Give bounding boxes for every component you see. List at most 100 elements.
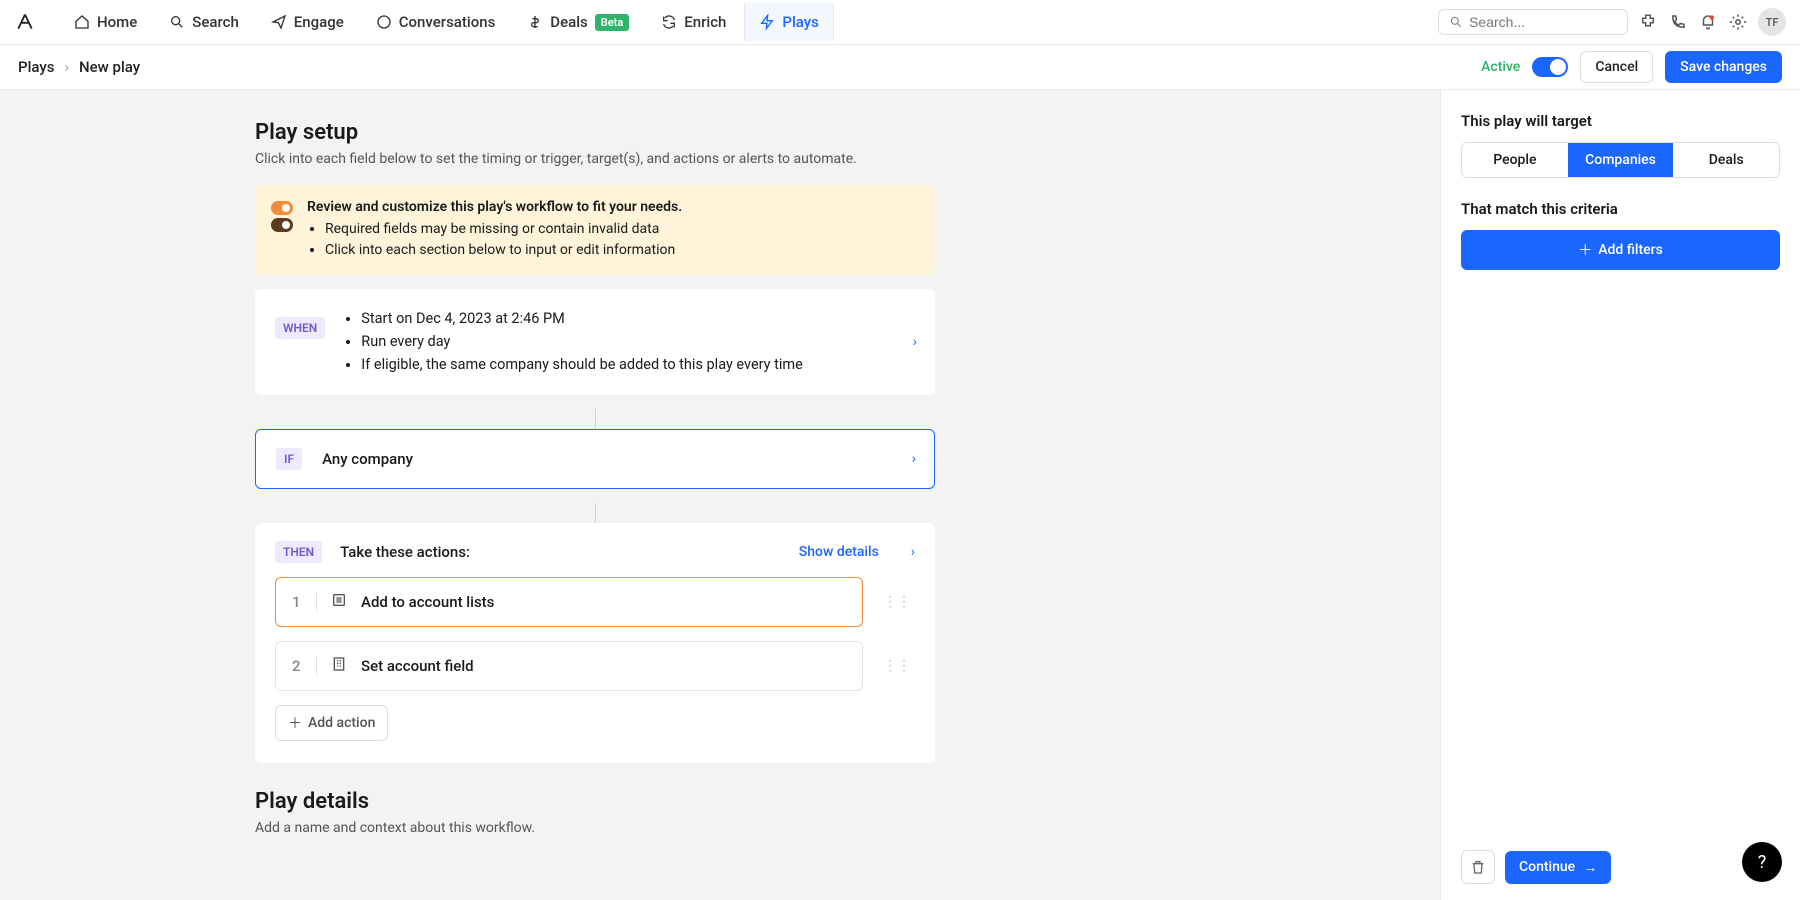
when-line: Run every day [361, 330, 803, 353]
delete-button[interactable] [1461, 850, 1495, 884]
action-label: Add to account lists [361, 593, 494, 611]
setup-subtitle: Click into each field below to set the t… [255, 151, 935, 167]
add-filters-label: Add filters [1598, 242, 1663, 258]
breadcrumb-root[interactable]: Plays [18, 58, 54, 76]
chevron-right-icon: › [64, 58, 69, 76]
connector [255, 503, 935, 523]
action-row: 2 Set account field ⋮⋮ [275, 641, 915, 691]
if-card[interactable]: IF Any company › [255, 429, 935, 489]
then-tag: THEN [275, 541, 322, 563]
nav-conversations-label: Conversations [399, 13, 496, 31]
nav-deals-label: Deals [550, 13, 587, 31]
main-canvas: Play setup Click into each field below t… [0, 90, 1440, 900]
target-heading: This play will target [1461, 112, 1780, 130]
dollar-icon [527, 14, 543, 30]
breadcrumb-current: New play [79, 58, 140, 76]
nav-home-label: Home [97, 13, 137, 31]
target-panel: This play will target People Companies D… [1440, 90, 1800, 900]
global-search[interactable] [1438, 9, 1628, 35]
add-filters-button[interactable]: ＋ Add filters [1461, 230, 1780, 270]
action-number: 2 [292, 657, 302, 675]
setup-title: Play setup [255, 120, 935, 145]
details-subtitle: Add a name and context about this workfl… [255, 820, 935, 836]
save-button[interactable]: Save changes [1665, 51, 1782, 83]
then-card: THEN Take these actions: Show details › … [255, 523, 935, 763]
nav-engage[interactable]: Engage [257, 3, 358, 41]
send-icon [271, 14, 287, 30]
extension-icon[interactable] [1638, 12, 1658, 32]
when-line: Start on Dec 4, 2023 at 2:46 PM [361, 307, 803, 330]
add-action-label: Add action [308, 715, 375, 731]
user-avatar[interactable]: TF [1758, 8, 1786, 36]
chevron-right-icon: › [913, 334, 917, 350]
help-fab[interactable]: ? [1742, 842, 1782, 882]
bell-icon[interactable] [1698, 12, 1718, 32]
drag-handle-icon[interactable]: ⋮⋮ [879, 594, 915, 610]
chevron-right-icon: › [912, 451, 916, 467]
show-details-link[interactable]: Show details [799, 544, 879, 560]
details-title: Play details [255, 789, 935, 814]
nav-enrich-label: Enrich [684, 13, 726, 31]
building-icon [331, 656, 347, 676]
add-action-button[interactable]: ＋ Add action [275, 705, 388, 741]
top-nav: Home Search Engage Conversations Deals B… [0, 0, 1800, 45]
active-toggle[interactable] [1532, 57, 1568, 77]
drag-handle-icon[interactable]: ⋮⋮ [879, 658, 915, 674]
arrow-right-icon: → [1583, 859, 1597, 876]
chat-icon [376, 14, 392, 30]
action-number: 1 [292, 593, 302, 611]
warning-banner: Review and customize this play's workflo… [255, 185, 935, 275]
plus-icon: ＋ [1578, 240, 1592, 260]
target-segment: People Companies Deals [1461, 142, 1780, 178]
warning-line: Required fields may be missing or contai… [325, 219, 682, 240]
primary-nav: Home Search Engage Conversations Deals B… [60, 3, 1438, 41]
then-title: Take these actions: [340, 543, 470, 561]
list-icon [331, 592, 347, 612]
when-tag: WHEN [275, 317, 325, 339]
when-card[interactable]: WHEN Start on Dec 4, 2023 at 2:46 PM Run… [255, 289, 935, 395]
global-search-input[interactable] [1469, 14, 1617, 30]
if-text: Any company [322, 450, 413, 468]
segment-deals[interactable]: Deals [1673, 143, 1779, 177]
nav-deals[interactable]: Deals Beta [513, 3, 643, 41]
nav-search[interactable]: Search [155, 3, 253, 41]
action-row: 1 Add to account lists ⋮⋮ [275, 577, 915, 627]
criteria-heading: That match this criteria [1461, 200, 1780, 218]
connector [255, 409, 935, 429]
action-add-to-lists[interactable]: 1 Add to account lists [275, 577, 863, 627]
gear-icon[interactable] [1728, 12, 1748, 32]
segment-companies[interactable]: Companies [1568, 143, 1674, 177]
search-icon [1449, 14, 1463, 30]
nav-home[interactable]: Home [60, 3, 151, 41]
action-set-field[interactable]: 2 Set account field [275, 641, 863, 691]
plus-icon: ＋ [288, 713, 302, 733]
phone-icon[interactable] [1668, 12, 1688, 32]
nav-engage-label: Engage [294, 13, 344, 31]
nav-search-label: Search [192, 13, 239, 31]
nav-plays[interactable]: Plays [744, 3, 833, 41]
action-label: Set account field [361, 657, 474, 675]
nav-conversations[interactable]: Conversations [362, 3, 510, 41]
nav-plays-label: Plays [782, 13, 818, 31]
subheader: Plays › New play Active Cancel Save chan… [0, 45, 1800, 90]
refresh-icon [661, 14, 677, 30]
search-icon [169, 14, 185, 30]
panel-footer: Continue → [1461, 834, 1780, 900]
when-line: If eligible, the same company should be … [361, 353, 803, 376]
home-icon [74, 14, 90, 30]
bolt-icon [759, 14, 775, 30]
nav-enrich[interactable]: Enrich [647, 3, 740, 41]
chevron-right-icon[interactable]: › [911, 544, 915, 560]
app-logo[interactable] [14, 11, 36, 33]
if-tag: IF [276, 448, 302, 470]
continue-label: Continue [1519, 859, 1575, 875]
warning-line: Click into each section below to input o… [325, 240, 682, 261]
beta-badge: Beta [595, 14, 630, 31]
warning-title: Review and customize this play's workflo… [307, 199, 682, 215]
warning-icon [271, 201, 293, 261]
continue-button[interactable]: Continue → [1505, 851, 1611, 884]
breadcrumb: Plays › New play [18, 58, 140, 76]
cancel-button[interactable]: Cancel [1580, 51, 1653, 83]
segment-people[interactable]: People [1462, 143, 1568, 177]
status-label: Active [1481, 59, 1520, 75]
